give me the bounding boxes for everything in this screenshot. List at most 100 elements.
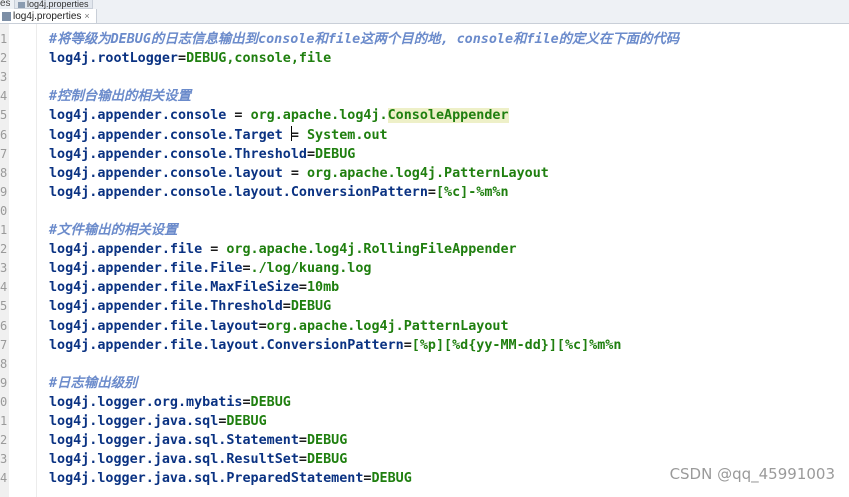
code-line[interactable]: 2 log4j.appender.file = org.apache.log4j.…	[0, 240, 849, 259]
property-separator: =	[226, 108, 251, 124]
line-number: 9	[0, 184, 8, 199]
property-value: org.apache.log4j.	[250, 108, 388, 124]
code-content: log4j.logger.java.sql.Statement=DEBUG	[49, 431, 347, 450]
property-key: log4j.appender.console	[49, 108, 227, 124]
active-tab-label: log4j.properties	[13, 11, 82, 22]
code-content: log4j.appender.console.layout.Conversion…	[49, 183, 509, 202]
property-key: log4j.appender.console.Threshold	[49, 146, 307, 162]
code-line[interactable]: 0	[0, 202, 849, 221]
line-number: 2	[0, 51, 8, 66]
code-content: log4j.logger.java.sql.PreparedStatement=…	[49, 469, 412, 488]
code-line[interactable]: 1 #将等级为DEBUG的日志信息输出到console和file这两个目的地, c…	[0, 30, 849, 49]
code-line[interactable]: 5 log4j.appender.console = org.apache.log…	[0, 106, 849, 125]
property-key: log4j.logger.java.sql.Statement	[49, 433, 299, 449]
line-number: 8	[0, 356, 8, 371]
code-content: log4j.appender.file = org.apache.log4j.R…	[49, 240, 517, 259]
editor-tab-bar: es log4j.properties log4j.properties ×	[0, 0, 849, 24]
line-number: 4	[0, 280, 8, 295]
properties-file-icon	[2, 11, 11, 21]
line-number: 7	[0, 146, 8, 161]
code-line[interactable]: 0 log4j.logger.org.mybatis=DEBUG	[0, 393, 849, 412]
comment-text: #控制台输出的相关设置	[49, 89, 191, 105]
code-content: log4j.logger.org.mybatis=DEBUG	[49, 393, 291, 412]
property-key: log4j.rootLogger	[49, 51, 178, 67]
tab-log4j-properties-top[interactable]: log4j.properties	[14, 0, 93, 9]
property-separator: =	[282, 299, 291, 315]
close-icon[interactable]: ×	[84, 11, 89, 21]
tab-log4j-properties[interactable]: log4j.properties ×	[0, 9, 97, 23]
code-line[interactable]: 1 log4j.logger.java.sql=DEBUG	[0, 412, 849, 431]
property-value: DEBUG,console,file	[186, 51, 332, 67]
code-line[interactable]: 8 log4j.appender.console.layout = org.apa…	[0, 164, 849, 183]
property-value: DEBUG	[371, 471, 412, 487]
property-separator: =	[242, 261, 251, 277]
code-content: log4j.appender.console = org.apache.log4…	[49, 106, 509, 125]
code-line[interactable]: 6 log4j.appender.file.layout=org.apache.l…	[0, 317, 849, 336]
code-line[interactable]: 2 log4j.logger.java.sql.Statement=DEBUG	[0, 431, 849, 450]
comment-text: #将等级为DEBUG的日志信息输出到console和file这两个目的地, co…	[49, 32, 680, 47]
property-separator: =	[282, 165, 307, 181]
property-value: ./log/kuang.log	[250, 261, 372, 277]
code-content: log4j.appender.console.layout = org.apac…	[49, 164, 549, 183]
property-value: [%c]-%m%n	[435, 184, 509, 200]
line-number: 5	[0, 299, 8, 314]
property-key: log4j.logger.java.sql.ResultSet	[49, 452, 299, 468]
property-key: log4j.appender.console.Target	[49, 127, 283, 143]
code-content: #日志输出级别	[49, 374, 137, 393]
code-content: log4j.appender.file.layout=org.apache.lo…	[49, 317, 509, 336]
property-separator: =	[298, 433, 307, 449]
code-content: log4j.logger.java.sql.ResultSet=DEBUG	[49, 450, 347, 469]
line-number: 8	[0, 165, 8, 180]
code-line[interactable]: 7 log4j.appender.console.Threshold=DEBUG	[0, 145, 849, 164]
comment-text: #日志输出级别	[49, 375, 138, 391]
property-separator: =	[258, 318, 267, 334]
property-separator: =	[306, 146, 316, 162]
watermark: CSDN @qq_45991003	[669, 465, 835, 483]
property-value: DEBUG	[306, 452, 348, 468]
line-number: 4	[0, 471, 8, 486]
code-line[interactable]: 4 #控制台输出的相关设置	[0, 87, 849, 106]
code-content: #控制台输出的相关设置	[49, 87, 191, 106]
code-editor[interactable]: 1 #将等级为DEBUG的日志信息输出到console和file这两个目的地, c…	[0, 24, 849, 497]
line-number: 6	[0, 318, 8, 333]
previous-tab[interactable]: es	[0, 0, 10, 8]
code-line[interactable]: 9 log4j.appender.console.layout.Conversio…	[0, 183, 849, 202]
property-value: DEBUG	[315, 146, 356, 162]
code-content: log4j.appender.console.Threshold=DEBUG	[49, 145, 355, 164]
line-number: 3	[0, 452, 8, 467]
code-line[interactable]: 9 #日志输出级别	[0, 374, 849, 393]
highlighted-class-name: ConsoleAppender	[387, 108, 509, 124]
property-separator: =	[427, 184, 436, 200]
property-key: log4j.appender.file.MaxFileSize	[49, 280, 299, 296]
line-number: 2	[0, 242, 8, 257]
property-key: log4j.appender.file.layout.ConversionPat…	[49, 337, 404, 353]
property-separator: =	[202, 242, 227, 258]
code-line[interactable]: 3	[0, 68, 849, 87]
properties-file-icon	[18, 1, 25, 8]
code-line[interactable]: 5 log4j.appender.file.Threshold=DEBUG	[0, 297, 849, 316]
code-content: log4j.appender.console.Target = System.o…	[49, 125, 388, 145]
property-key: log4j.appender.console.layout.Conversion…	[49, 184, 428, 200]
property-value: [%p][%d{yy-MM-dd}][%c]%m%n	[411, 337, 622, 353]
line-number: 0	[0, 203, 8, 218]
code-content: log4j.appender.file.File=./log/kuang.log	[49, 259, 371, 278]
line-number: 4	[0, 89, 8, 104]
code-line[interactable]: 7 log4j.appender.file.layout.ConversionPa…	[0, 336, 849, 355]
line-number: 7	[0, 337, 8, 352]
code-line[interactable]: 8	[0, 355, 849, 374]
property-value: DEBUG	[306, 433, 348, 449]
property-key: log4j.logger.org.mybatis	[49, 394, 243, 410]
code-line[interactable]: 3 log4j.appender.file.File=./log/kuang.lo…	[0, 259, 849, 278]
property-separator: =	[242, 394, 251, 410]
code-line[interactable]: 1 #文件输出的相关设置	[0, 221, 849, 240]
property-key: log4j.appender.console.layout	[49, 165, 283, 181]
code-content: log4j.appender.file.layout.ConversionPat…	[49, 336, 621, 355]
property-key: log4j.appender.file.File	[49, 261, 243, 277]
code-content: log4j.appender.file.MaxFileSize=10mb	[49, 278, 339, 297]
property-key: log4j.logger.java.sql	[49, 414, 219, 429]
code-line[interactable]: 4 log4j.appender.file.MaxFileSize=10mb	[0, 278, 849, 297]
code-line[interactable]: 6 log4j.appender.console.Target = System.…	[0, 125, 849, 145]
property-separator: =	[178, 51, 187, 67]
property-value: org.apache.log4j.RollingFileAppender	[226, 242, 517, 258]
code-line[interactable]: 2 log4j.rootLogger=DEBUG,console,file	[0, 49, 849, 68]
